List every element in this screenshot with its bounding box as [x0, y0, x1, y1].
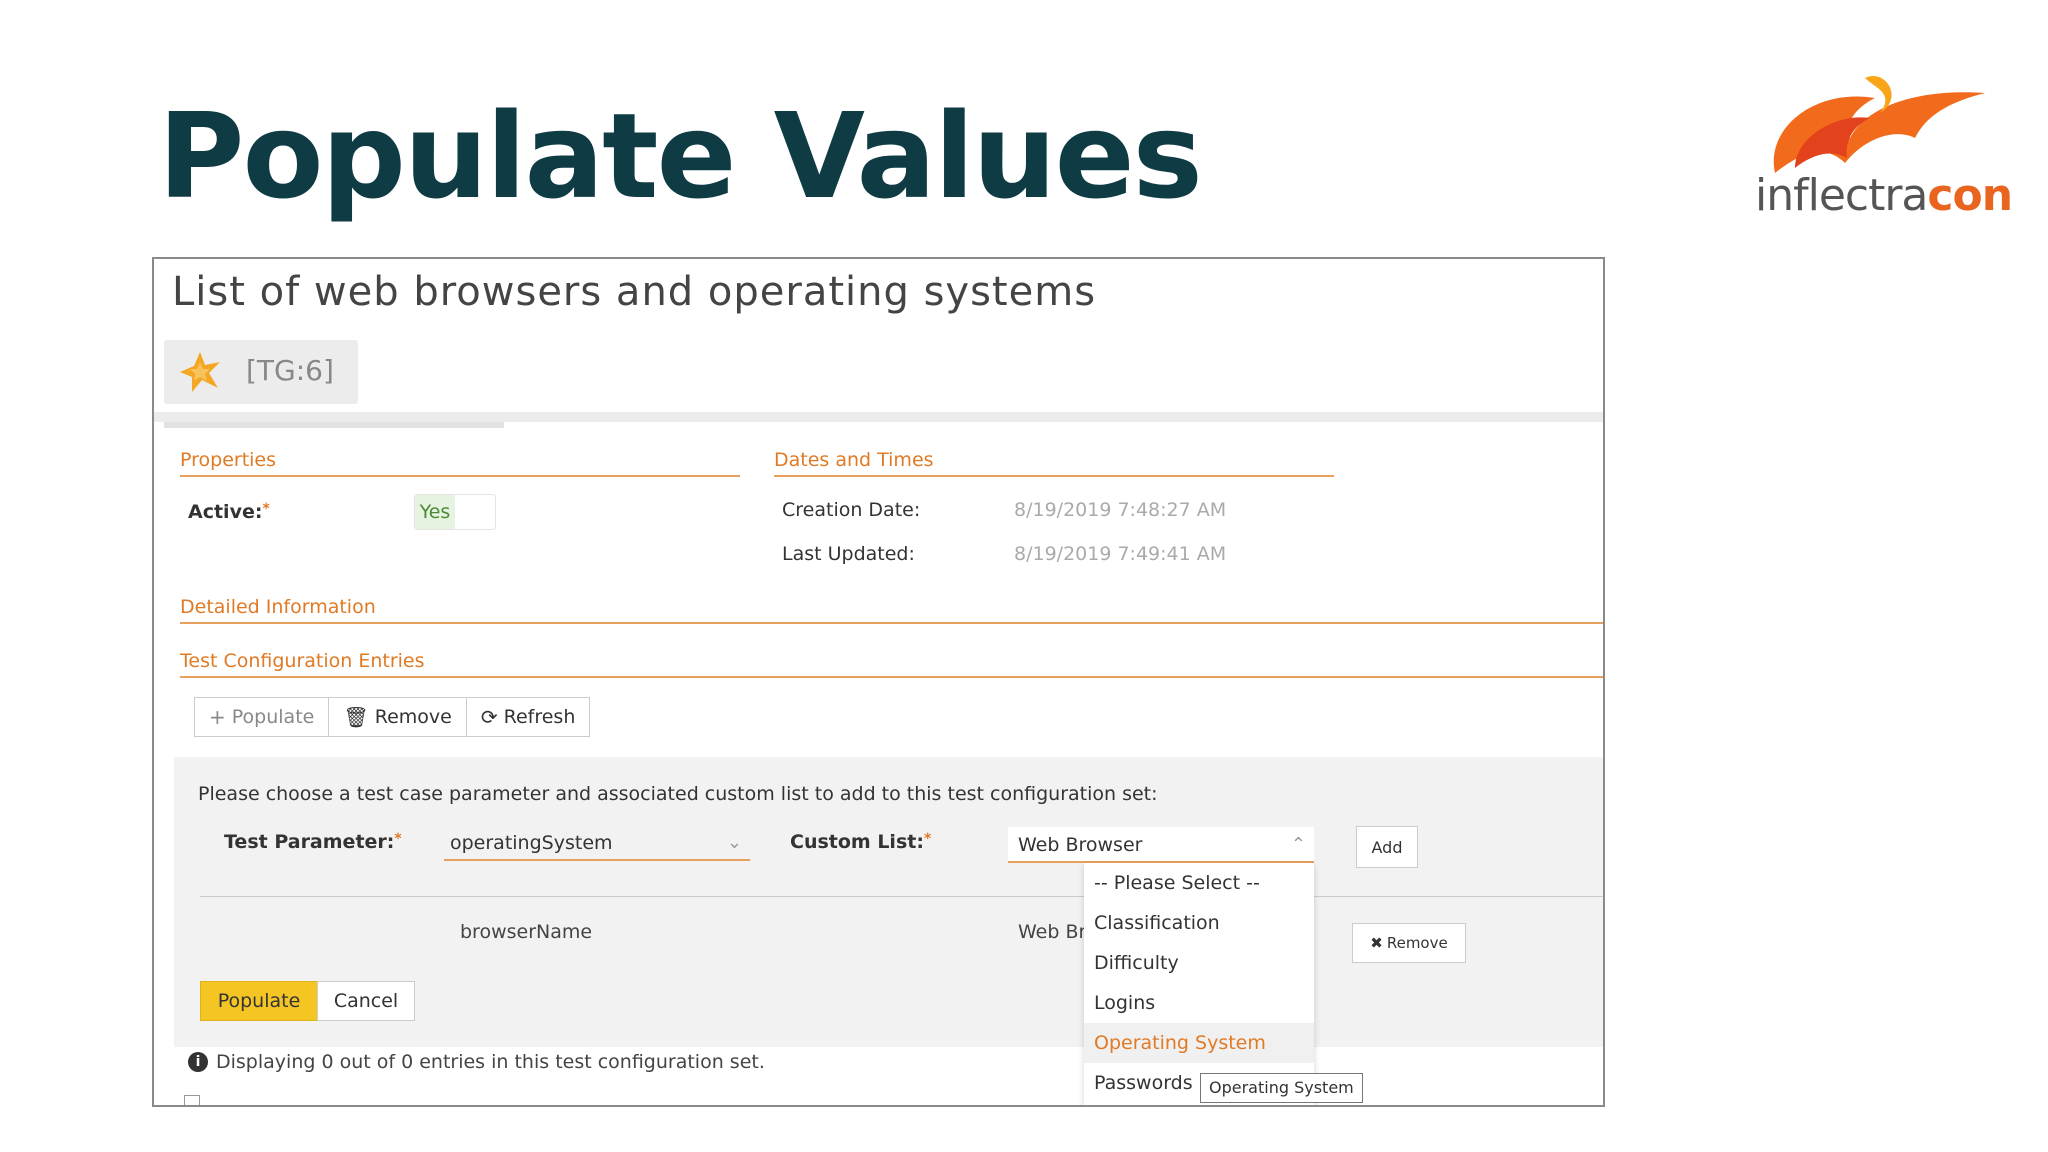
entries-count-text: Displaying 0 out of 0 entries in this te… [216, 1051, 765, 1073]
dropdown-option[interactable]: -- Please Select -- [1084, 863, 1314, 903]
add-button[interactable]: Add [1356, 826, 1418, 868]
artifact-title: List of web browsers and operating syste… [172, 269, 1097, 315]
chevron-down-icon: ⌄ [726, 832, 742, 853]
entries-count-line: i Displaying 0 out of 0 entries in this … [188, 1051, 765, 1073]
test-parameter-label-text: Test Parameter: [224, 831, 395, 853]
dropdown-option[interactable]: Classification [1084, 903, 1314, 943]
entry-parameter: browserName [460, 921, 593, 943]
entry-remove-button[interactable]: ✖ Remove [1352, 923, 1466, 963]
custom-list-label-text: Custom List: [790, 831, 924, 853]
last-updated-value: 8/19/2019 7:49:41 AM [1014, 543, 1227, 565]
test-configuration-entries-heading: Test Configuration Entries [180, 650, 1603, 678]
screenshot-frame: List of web browsers and operating syste… [152, 257, 1605, 1107]
close-icon: ✖ [1370, 934, 1383, 952]
custom-list-value: Web Browser [1018, 834, 1143, 856]
entries-toolbar: + Populate 🗑 Remove ⟳ Refresh [194, 697, 591, 737]
artifact-id-badge: [TG:6] [164, 340, 358, 404]
panel-divider [200, 896, 1603, 897]
toolbar-populate-button[interactable]: + Populate [194, 697, 330, 737]
trash-icon: 🗑 [343, 705, 369, 729]
hover-tooltip: Operating System [1200, 1073, 1363, 1103]
populate-button[interactable]: Populate [200, 981, 318, 1021]
inflectracon-logo: inflectracon [1755, 68, 2013, 228]
logo-text-main: inflectra [1755, 170, 1928, 221]
creation-date-label: Creation Date: [782, 499, 921, 521]
dropdown-option-highlighted[interactable]: Operating System [1084, 1023, 1314, 1063]
toolbar-refresh-label: Refresh [503, 706, 576, 728]
custom-list-select[interactable]: Web Browser ⌃ [1008, 827, 1314, 863]
required-mark: * [394, 831, 402, 847]
active-label: Active:* [188, 501, 270, 523]
refresh-icon: ⟳ [480, 705, 498, 729]
active-label-text: Active: [188, 501, 263, 523]
plus-icon: + [209, 705, 226, 729]
properties-heading: Properties [180, 449, 740, 477]
toolbar-remove-label: Remove [374, 706, 452, 728]
custom-list-label: Custom List:* [790, 831, 931, 853]
dropdown-option[interactable]: Logins [1084, 983, 1314, 1023]
flame-logo-icon [1773, 76, 1985, 173]
select-all-checkbox[interactable] [184, 1095, 200, 1105]
last-updated-label: Last Updated: [782, 543, 915, 565]
dates-heading: Dates and Times [774, 449, 1334, 477]
tab-strip [154, 412, 1603, 422]
entry-custom-list: Web Br [1018, 921, 1087, 943]
test-parameter-label: Test Parameter:* [224, 831, 402, 853]
required-mark: * [923, 831, 932, 847]
chevron-up-icon: ⌃ [1290, 834, 1306, 855]
detailed-information-heading: Detailed Information [180, 596, 1603, 624]
slide-title: Populate Values [158, 87, 1203, 225]
toolbar-remove-button[interactable]: 🗑 Remove [329, 697, 467, 737]
artifact-id: [TG:6] [246, 354, 334, 387]
custom-list-dropdown: -- Please Select -- Classification Diffi… [1084, 863, 1314, 1105]
logo-text-accent: con [1927, 170, 2013, 221]
test-configuration-icon [180, 352, 220, 392]
info-icon: i [188, 1052, 208, 1072]
test-parameter-select[interactable]: operatingSystem ⌄ [444, 827, 750, 861]
required-mark: * [262, 501, 270, 517]
cancel-button[interactable]: Cancel [317, 981, 415, 1021]
toolbar-refresh-button[interactable]: ⟳ Refresh [466, 697, 591, 737]
dropdown-option[interactable]: Difficulty [1084, 943, 1314, 983]
active-toggle-yes: Yes [415, 495, 455, 529]
entry-remove-label: Remove [1386, 934, 1448, 952]
tab-indicator [164, 422, 504, 428]
test-parameter-value: operatingSystem [450, 832, 613, 854]
populate-instructions: Please choose a test case parameter and … [198, 783, 1158, 805]
toolbar-populate-label: Populate [231, 706, 315, 728]
active-toggle[interactable]: Yes [414, 494, 496, 530]
creation-date-value: 8/19/2019 7:48:27 AM [1014, 499, 1227, 521]
